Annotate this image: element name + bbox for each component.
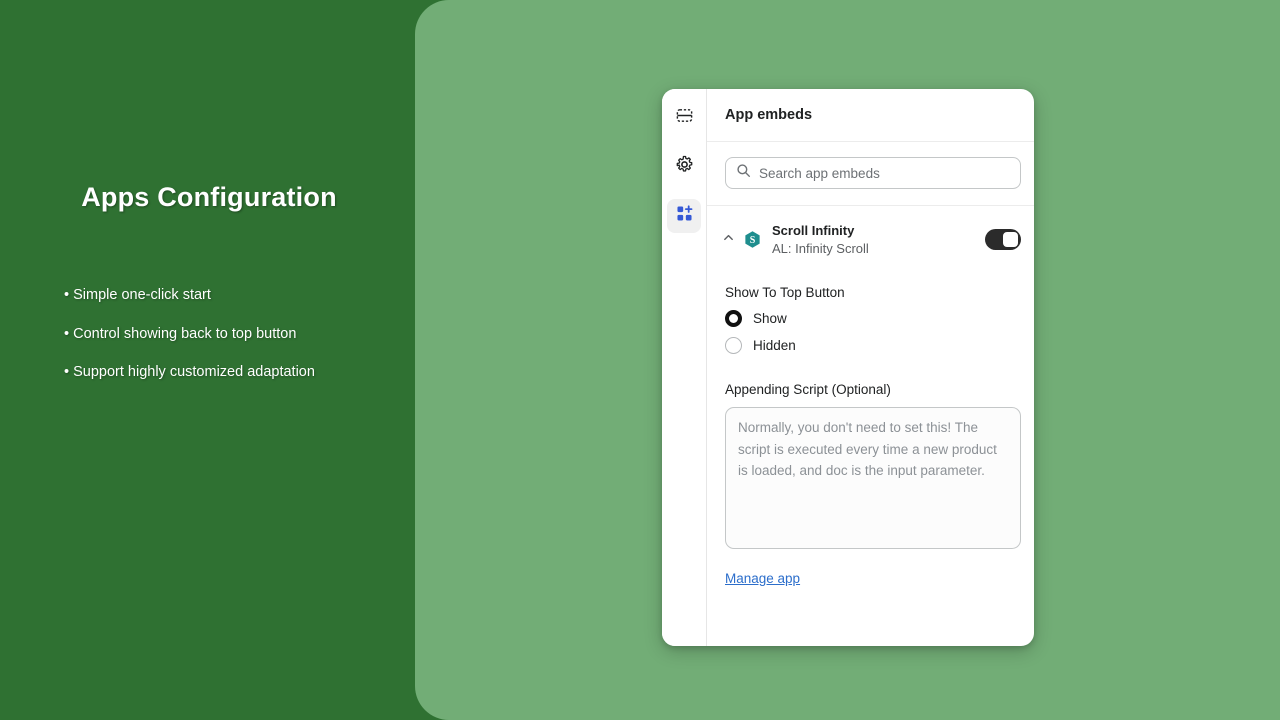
search-input[interactable]: Search app embeds [725,157,1021,189]
radio-show-label: Show [753,311,787,327]
search-section: Search app embeds [707,142,1034,206]
list-item: • Simple one-click start [64,287,211,303]
radio-option-show[interactable]: Show [725,310,1021,328]
show-to-top-label: Show To Top Button [725,285,845,301]
card-sidebar-rail [662,89,707,646]
app-subtitle: AL: Infinity Scroll [772,240,869,256]
radio-hidden-label: Hidden [753,338,796,354]
app-meta: Scroll Infinity AL: Infinity Scroll [772,222,985,257]
chevron-up-icon [722,231,735,249]
sidebar-item-sections[interactable] [667,101,701,135]
card-header: App embeds [707,89,1034,142]
gear-icon [675,155,694,179]
left-title-panel: Apps Configuration • Simple one-click st… [0,0,418,720]
radio-show-indicator [725,310,742,328]
svg-text:S: S [750,235,756,246]
card-content: App embeds Search app embeds S Scroll In… [707,89,1034,646]
card-title: App embeds [725,107,813,123]
radio-option-hidden[interactable]: Hidden [725,337,1021,355]
sections-icon [675,106,694,130]
app-name: Scroll Infinity [772,223,855,238]
page-title: Apps Configuration [81,182,337,212]
app-enable-toggle[interactable] [985,229,1021,251]
collapse-toggle-button[interactable] [719,231,737,249]
app-settings-section: Show To Top Button Show Hidden Appending… [707,257,1034,588]
search-placeholder: Search app embeds [759,165,880,181]
toggle-knob [1003,232,1018,248]
manage-app-link[interactable]: Manage app [725,571,800,586]
list-item: • Support highly customized adaptation [64,364,315,380]
list-item: • Control showing back to top button [64,325,297,342]
appending-script-label: Appending Script (Optional) [725,382,891,398]
app-embed-row: S Scroll Infinity AL: Infinity Scroll [707,206,1034,257]
appending-script-textarea[interactable]: Normally, you don't need to set this! Th… [725,407,1021,550]
feature-bullet-list: • Simple one-click start • Control showi… [64,288,404,404]
search-icon [736,163,751,183]
apps-add-icon [675,204,694,228]
radio-hidden-indicator [725,337,742,355]
sidebar-item-settings[interactable] [667,150,701,184]
sidebar-item-apps[interactable] [667,199,701,233]
app-logo-icon: S [743,230,762,249]
app-embeds-card: App embeds Search app embeds S Scroll In… [662,89,1034,646]
